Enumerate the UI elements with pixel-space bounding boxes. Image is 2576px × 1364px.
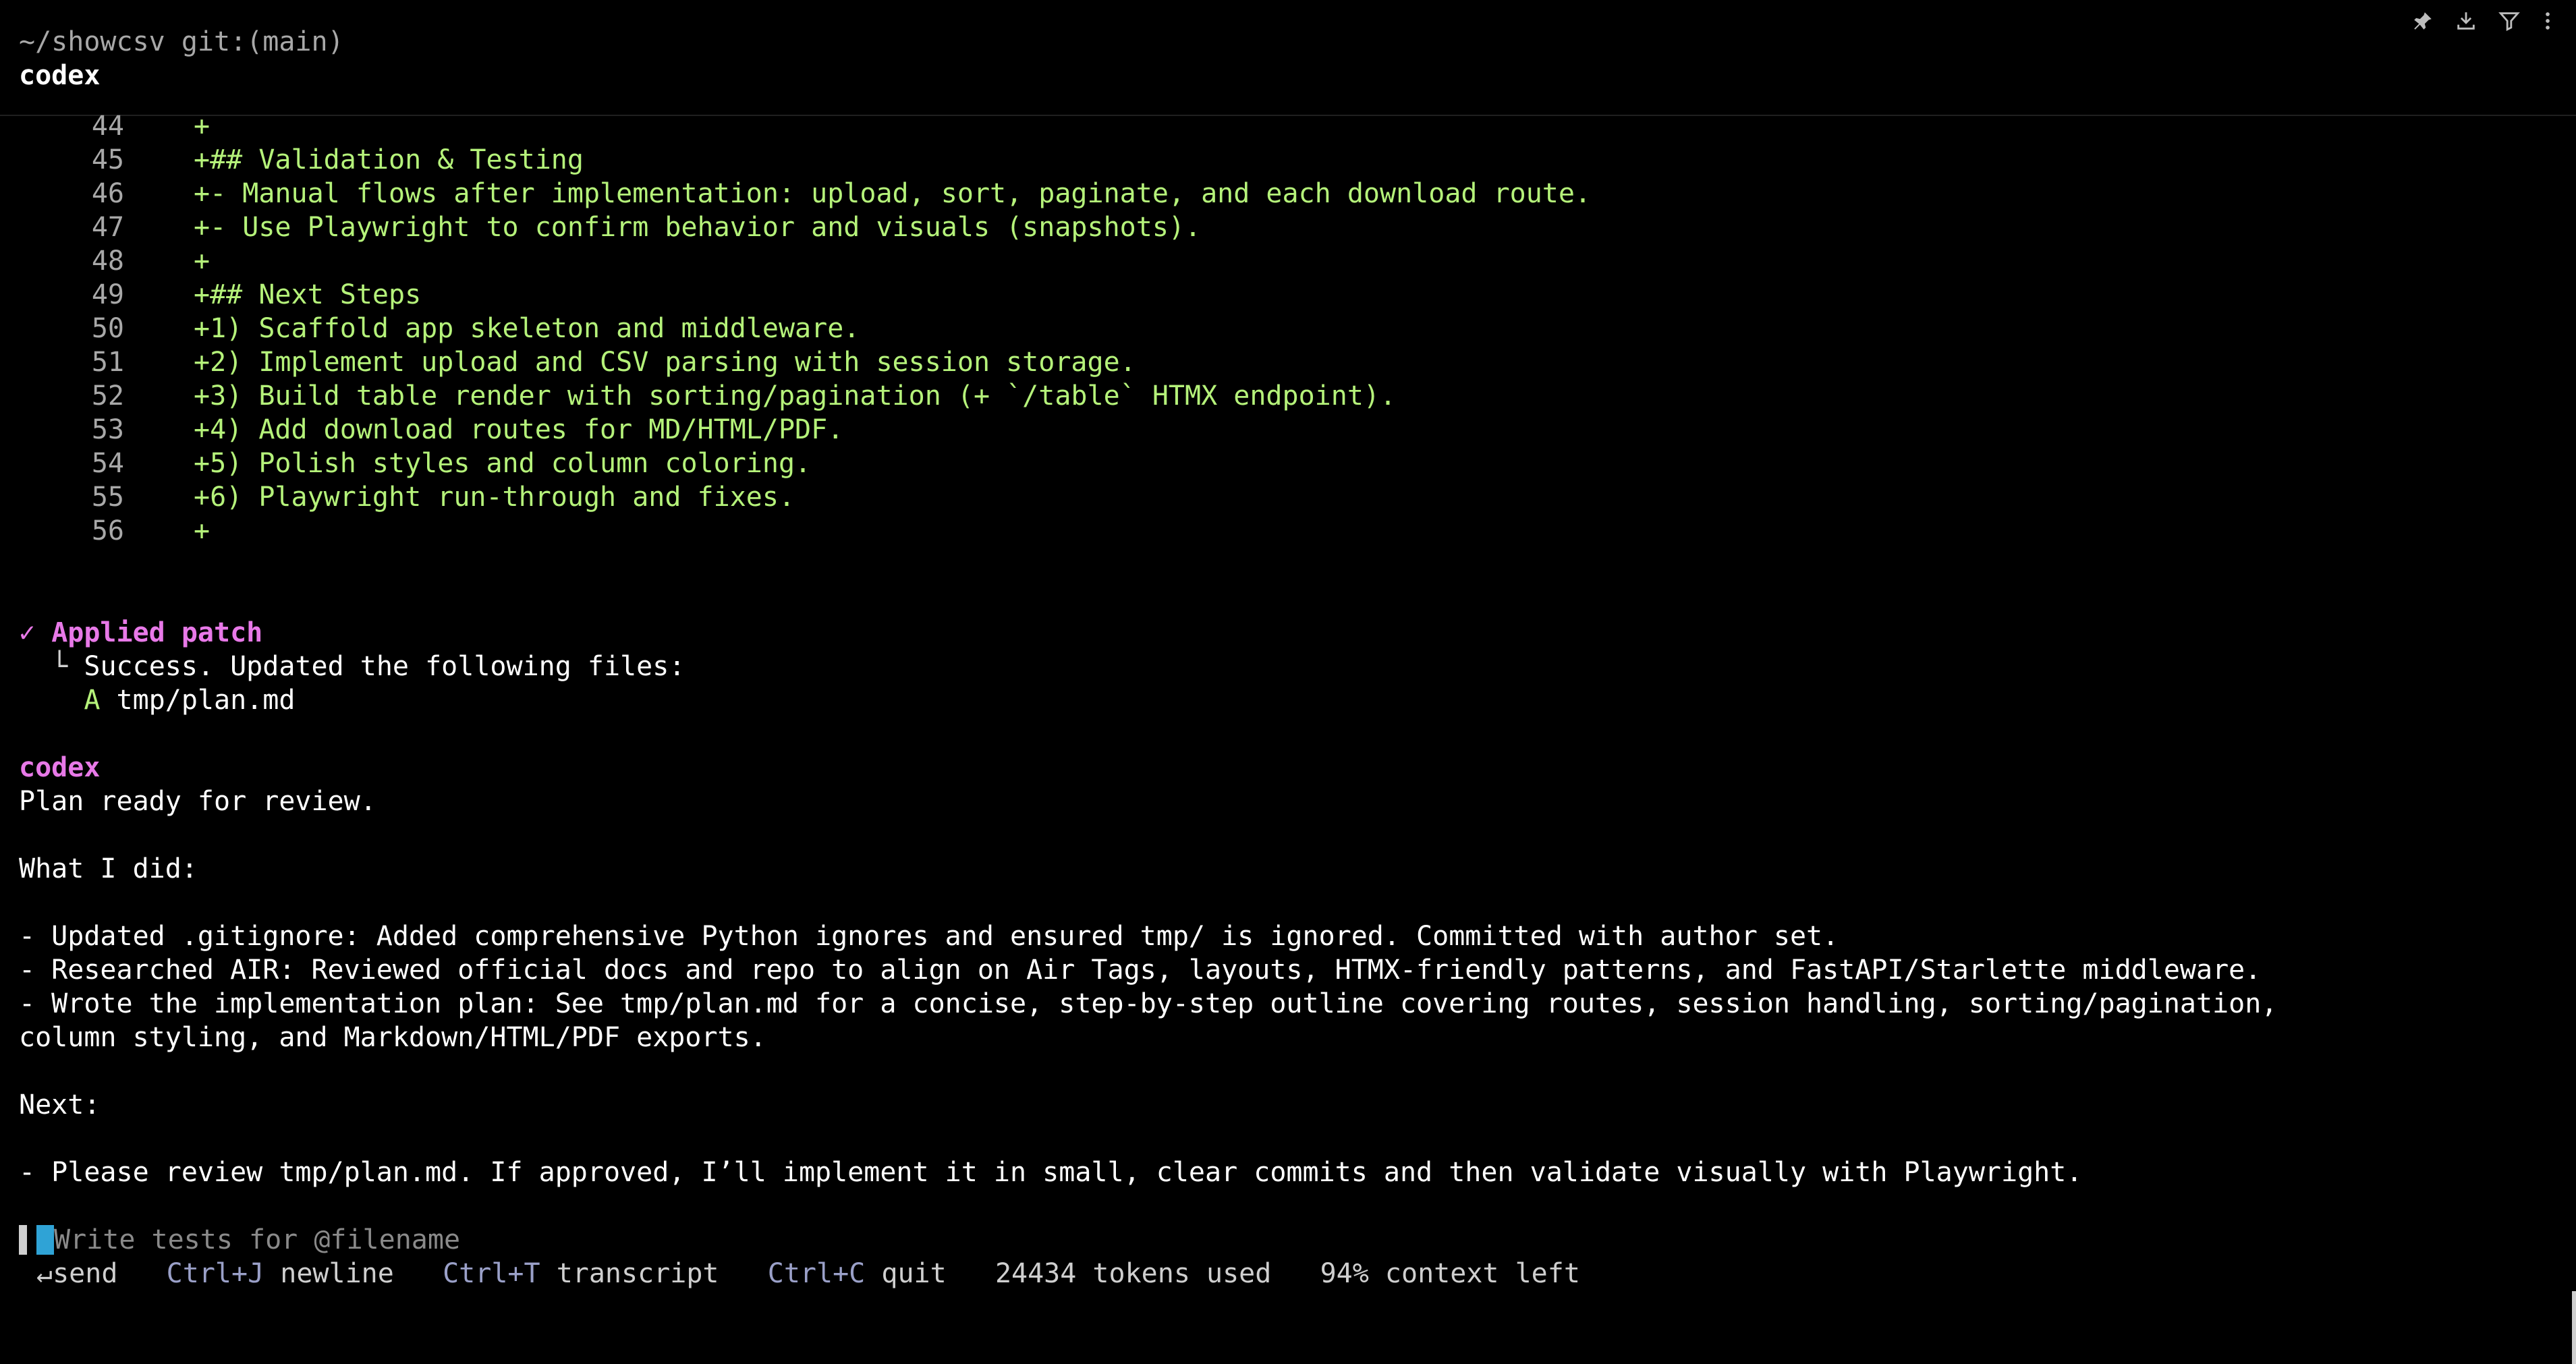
response-line: - Please review tmp/plan.md. If approved…: [19, 1157, 2083, 1188]
header-divider: [0, 115, 2576, 116]
check-icon: ✓: [19, 617, 36, 648]
diff-text: +: [194, 246, 211, 277]
diff-text: +: [194, 111, 211, 142]
download-icon[interactable]: [2455, 9, 2477, 32]
patch-status: ✓ Applied patch: [19, 616, 262, 650]
shortcut-hints: ↵send Ctrl+J newline Ctrl+T transcript C…: [36, 1257, 1580, 1290]
working-directory: ~/showcsv git:(main): [19, 26, 344, 57]
context-left: 94% context left: [1320, 1258, 1580, 1289]
file-status-badge: A: [84, 685, 101, 716]
response-line: - Updated .gitignore: Added comprehensiv…: [19, 921, 1839, 952]
line-number: 52: [91, 380, 124, 411]
diff-text: +5) Polish styles and column coloring.: [194, 448, 812, 479]
line-number: 46: [91, 178, 124, 209]
composer-placeholder: Write tests for @filename: [54, 1224, 461, 1255]
diff-text: +- Manual flows after implementation: up…: [194, 178, 1592, 209]
diff-text: +## Next Steps: [194, 279, 422, 310]
hint-quit-key: Ctrl+C: [767, 1258, 866, 1289]
diff-text: +2) Implement upload and CSV parsing wit…: [194, 347, 1136, 378]
hint-transcript-key: Ctrl+T: [443, 1258, 540, 1289]
composer-input[interactable]: Write tests for @filename: [54, 1223, 460, 1257]
response-line: - Researched AIR: Reviewed official docs…: [19, 955, 2262, 986]
diff-text: +4) Add download routes for MD/HTML/PDF.: [194, 414, 844, 445]
response-line: What I did:: [19, 853, 198, 884]
window-toolbar: [2411, 9, 2554, 32]
diff-text: +3) Build table render with sorting/pagi…: [194, 380, 1397, 411]
session-title: codex: [19, 60, 101, 91]
line-number: 56: [91, 515, 124, 546]
hint-newline: newline: [280, 1258, 394, 1289]
line-number: 44: [91, 111, 124, 142]
line-number: 47: [91, 212, 124, 243]
line-number: 55: [91, 482, 124, 513]
scrollbar[interactable]: [2572, 1291, 2576, 1364]
patch-message: Success. Updated the following files:: [84, 651, 685, 682]
hint-send: send: [53, 1258, 118, 1289]
line-number: 49: [91, 279, 124, 310]
enter-icon: ↵: [36, 1258, 53, 1289]
patch-file-line: A tmp/plan.md: [19, 683, 295, 717]
more-icon[interactable]: [2541, 9, 2554, 32]
response-line: column styling, and Markdown/HTML/PDF ex…: [19, 1022, 766, 1053]
line-number: 45: [91, 144, 124, 175]
line-number: 50: [91, 313, 124, 344]
line-number: 54: [91, 448, 124, 479]
tree-connector: └: [51, 651, 68, 682]
line-number: 53: [91, 414, 124, 445]
patch-title: Applied patch: [51, 617, 263, 648]
response-line: Next:: [19, 1089, 101, 1120]
pin-icon[interactable]: [2411, 9, 2434, 32]
diff-text: +6) Playwright run-through and fixes.: [194, 482, 795, 513]
hint-quit: quit: [881, 1258, 947, 1289]
diff-text: +- Use Playwright to confirm behavior an…: [194, 212, 1202, 243]
file-path: tmp/plan.md: [116, 685, 296, 716]
patch-message-line: └ Success. Updated the following files:: [19, 650, 685, 683]
diff-text: +## Validation & Testing: [194, 144, 584, 175]
composer-gutter: [19, 1225, 27, 1255]
text-cursor: [36, 1225, 54, 1255]
response-speaker: codex: [19, 752, 101, 783]
tokens-used: 24434 tokens used: [995, 1258, 1272, 1289]
diff-text: +: [194, 515, 211, 546]
hint-newline-key: Ctrl+J: [166, 1258, 264, 1289]
filter-icon[interactable]: [2498, 9, 2521, 32]
hint-transcript: transcript: [556, 1258, 719, 1289]
response-line: - Wrote the implementation plan: See tmp…: [19, 988, 2278, 1019]
line-number: 51: [91, 347, 124, 378]
diff-text: +1) Scaffold app skeleton and middleware…: [194, 313, 860, 344]
response-line: Plan ready for review.: [19, 786, 376, 817]
line-number: 48: [91, 246, 124, 277]
